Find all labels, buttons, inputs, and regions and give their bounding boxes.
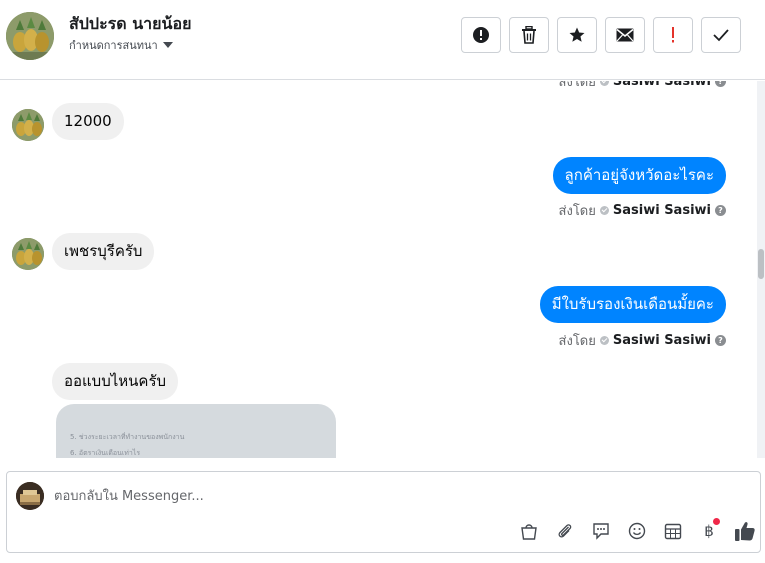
sender-name[interactable]: Sasiwi Sasiwi [613,333,711,348]
help-icon[interactable]: ? [715,335,726,346]
mark-unread-button[interactable] [605,17,645,53]
contact-avatar-small[interactable] [12,109,44,141]
sent-by-label: ส่งโดย [558,204,596,219]
report-button[interactable] [461,17,501,53]
baht-icon: ฿ [704,522,714,540]
page-avatar [16,482,44,510]
paperclip-icon [558,524,572,538]
incoming-message[interactable]: ออแบบไหนครับ [52,363,179,400]
calendar-icon [664,523,682,540]
conversation-settings-dropdown[interactable]: กำหนดการสนทนา [69,36,173,54]
sender-name[interactable]: Sasiwi Sasiwi [613,203,711,218]
outgoing-message[interactable]: ลูกค้าอยู่จังหวัดอะไรคะ [552,157,726,194]
saved-replies-button[interactable] [583,518,619,544]
sent-by-line: ส่งโดย Sasiwi Sasiwi ? [559,81,726,92]
conversation-toolbar [461,17,741,53]
conversation-header: สัปปะรด นายน้อย กำหนดการสนทนา [0,0,765,80]
payment-button[interactable]: ฿ [691,518,727,544]
message-thread[interactable]: ส่งโดย Sasiwi Sasiwi ? 12000 ลูกค้าอยู่จ… [0,81,757,458]
appointment-button[interactable] [655,518,691,544]
image-text-line: 5. ช่วงระยะเวลาที่ทำงานของพนักงาน [70,433,185,441]
incoming-message[interactable]: 12000 [52,103,124,140]
sent-check-icon [599,81,609,86]
thumbs-up-icon [735,522,755,541]
send-like-button[interactable] [727,518,763,544]
composer-toolbar: ฿ [511,518,763,544]
reply-input[interactable] [54,486,654,506]
sent-check-icon [599,206,609,215]
bag-icon [521,524,537,540]
contact-avatar-small[interactable] [12,238,44,270]
mark-important-button[interactable] [653,17,693,53]
sent-by-line: ส่งโดย Sasiwi Sasiwi ? [559,200,726,221]
caret-down-icon [162,42,173,48]
emoji-button[interactable] [619,518,655,544]
delete-button[interactable] [509,17,549,53]
help-icon[interactable]: ? [715,205,726,216]
sent-by-label: ส่งโดย [558,334,596,349]
notification-dot [713,518,720,525]
star-button[interactable] [557,17,597,53]
reply-composer: ฿ [6,471,761,553]
emoji-icon [628,522,646,540]
contact-avatar[interactable] [6,12,54,60]
conversation-settings-label: กำหนดการสนทนา [69,39,158,52]
sender-name[interactable]: Sasiwi Sasiwi [613,81,711,89]
shop-button[interactable] [511,518,547,544]
sent-by-label: ส่งโดย [558,81,596,90]
messenger-conversation: สัปปะรด นายน้อย กำหนดการสนทนา ส่งโดย Sas… [0,0,765,563]
image-attachment[interactable]: 5. ช่วงระยะเวลาที่ทำงานของพนักงาน 6. อัต… [56,404,336,458]
envelope-icon [616,28,634,42]
help-icon[interactable]: ? [715,81,726,87]
outgoing-message[interactable]: มีใบรับรองเงินเดือนมั้ยคะ [539,286,726,323]
scroll-thumb[interactable] [758,249,764,279]
attach-file-button[interactable] [547,518,583,544]
incoming-message[interactable]: เพชรบุรีครับ [52,233,155,270]
thread-scrollbar[interactable] [757,81,765,458]
mark-done-button[interactable] [701,17,741,53]
star-icon [569,27,585,42]
speech-bubble-icon [593,523,609,540]
sent-by-line: ส่งโดย Sasiwi Sasiwi ? [559,330,726,351]
sent-check-icon [599,336,609,345]
image-text-line: 6. อัตราเงินเดือนเท่าไร [70,449,141,457]
contact-name[interactable]: สัปปะรด นายน้อย [69,12,191,37]
trash-icon [522,26,536,44]
exclamation-icon [672,27,674,43]
report-icon [473,27,489,43]
checkmark-icon [713,29,729,42]
